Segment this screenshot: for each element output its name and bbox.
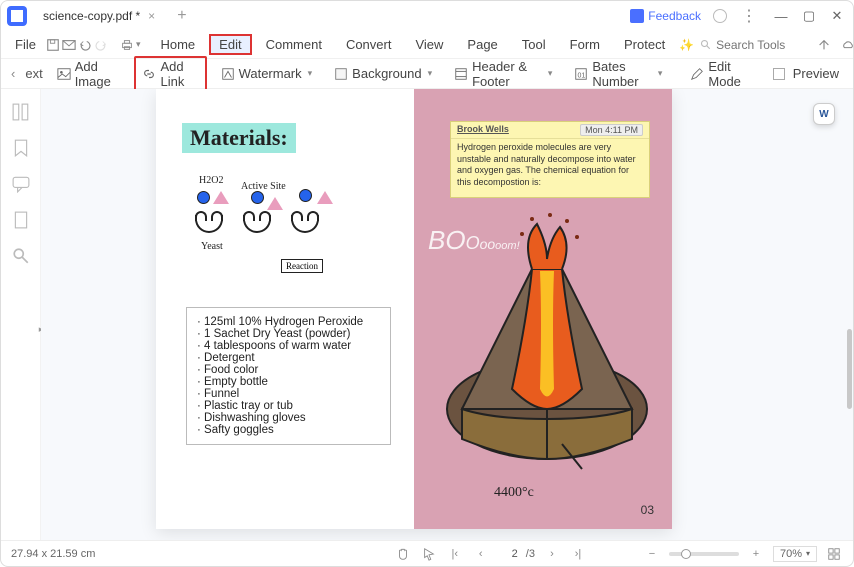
zoom-slider-thumb[interactable] [681, 549, 691, 559]
preview-toggle[interactable]: Preview [765, 63, 847, 84]
image-icon [57, 67, 71, 81]
page-number: 03 [641, 503, 654, 517]
background-icon [334, 67, 348, 81]
tab-form[interactable]: Form [560, 34, 610, 55]
app-logo [7, 6, 27, 26]
comments-icon[interactable] [12, 175, 30, 193]
bates-icon: 01 [574, 67, 588, 81]
thumbnails-icon[interactable] [12, 103, 30, 121]
tab-comment[interactable]: Comment [256, 34, 332, 55]
note-body: Hydrogen peroxide molecules are very uns… [451, 139, 649, 197]
reaction-label: Reaction [281, 259, 323, 273]
redo-icon[interactable] [94, 35, 108, 55]
vertical-scrollbar[interactable] [845, 189, 853, 500]
search-panel-icon[interactable] [12, 247, 30, 265]
last-page-icon[interactable]: ›| [569, 545, 587, 563]
add-image-button[interactable]: Add Image [49, 56, 129, 92]
feedback-icon [630, 9, 644, 23]
tab-close-icon[interactable]: × [148, 9, 155, 23]
zoom-slider[interactable] [669, 552, 739, 556]
more-icon[interactable]: ⋮ [739, 6, 759, 26]
volcano-illustration [432, 209, 662, 489]
tab-page[interactable]: Page [457, 34, 507, 55]
tab-protect[interactable]: Protect [614, 34, 675, 55]
save-icon[interactable] [46, 35, 60, 55]
preview-checkbox[interactable] [773, 68, 785, 80]
search-input[interactable] [716, 38, 806, 52]
zoom-in-icon[interactable]: + [747, 545, 765, 563]
sticky-note[interactable]: Brook Wells Mon 4:11 PM Hydrogen peroxid… [450, 121, 650, 198]
svg-text:01: 01 [578, 72, 586, 79]
file-menu[interactable]: File [7, 37, 44, 52]
ai-button[interactable]: ✨ [679, 38, 694, 52]
close-button[interactable]: ✕ [827, 6, 847, 26]
page-dimensions: 27.94 x 21.59 cm [11, 548, 95, 560]
link-icon [142, 67, 156, 81]
prev-page-icon[interactable]: ‹ [472, 545, 490, 563]
bates-number-button[interactable]: 01 Bates Number [566, 56, 670, 92]
materials-heading: Materials: [182, 123, 296, 153]
ribbon-scroll-left[interactable]: ‹ [7, 66, 19, 81]
page-right: Brook Wells Mon 4:11 PM Hydrogen peroxid… [414, 89, 672, 529]
minimize-button[interactable]: — [771, 6, 791, 26]
edit-mode-button[interactable]: Edit Mode [682, 56, 758, 92]
note-author: Brook Wells [457, 124, 509, 136]
first-page-icon[interactable]: |‹ [446, 545, 464, 563]
zoom-out-icon[interactable]: − [643, 545, 661, 563]
materials-list: 125ml 10% Hydrogen Peroxide 1 Sachet Dry… [186, 307, 391, 445]
attachments-icon[interactable] [12, 211, 30, 229]
tab-tool[interactable]: Tool [512, 34, 556, 55]
bookmarks-icon[interactable] [12, 139, 30, 157]
header-footer-button[interactable]: Header & Footer [446, 56, 560, 92]
background-button[interactable]: Background [326, 63, 440, 84]
watermark-icon [221, 67, 235, 81]
watermark-button[interactable]: Watermark [213, 63, 321, 84]
page-left: Materials: H2O2 Active Site Yeast Reacti… [156, 89, 414, 529]
undo-icon[interactable] [78, 35, 92, 55]
page-number-input[interactable] [498, 548, 518, 560]
settings-icon[interactable] [713, 9, 727, 23]
share-icon[interactable] [814, 35, 834, 55]
add-link-button[interactable]: Add Link [134, 56, 206, 92]
zoom-dropdown[interactable]: 70%▾ [773, 546, 817, 562]
tab-view[interactable]: View [405, 34, 453, 55]
select-tool-icon[interactable] [420, 545, 438, 563]
header-footer-icon [454, 67, 468, 81]
note-timestamp: Mon 4:11 PM [580, 124, 643, 136]
email-icon[interactable] [62, 35, 76, 55]
convert-to-word-icon[interactable]: W [813, 103, 835, 125]
print-dropdown[interactable]: ▾ [136, 39, 141, 50]
new-tab-button[interactable]: + [171, 7, 192, 25]
maximize-button[interactable]: ▢ [799, 6, 819, 26]
fit-page-icon[interactable] [825, 545, 843, 563]
cloud-icon[interactable] [838, 35, 854, 55]
tab-convert[interactable]: Convert [336, 34, 402, 55]
print-icon[interactable] [120, 35, 134, 55]
pencil-icon [690, 67, 704, 81]
document-tab[interactable]: science-copy.pdf * × [33, 4, 165, 28]
hand-tool-icon[interactable] [394, 545, 412, 563]
tab-edit[interactable]: Edit [209, 34, 251, 55]
ribbon-label-truncated: ext [25, 66, 42, 81]
tab-home[interactable]: Home [150, 34, 205, 55]
next-page-icon[interactable]: › [543, 545, 561, 563]
feedback-button[interactable]: Feedback [630, 9, 701, 23]
search-tools[interactable] [700, 38, 806, 52]
scrollbar-thumb[interactable] [847, 329, 852, 409]
tab-filename: science-copy.pdf * [43, 9, 140, 23]
page-total: /3 [526, 548, 535, 560]
temperature-label: 4400°c [494, 485, 534, 501]
search-icon [700, 39, 712, 51]
